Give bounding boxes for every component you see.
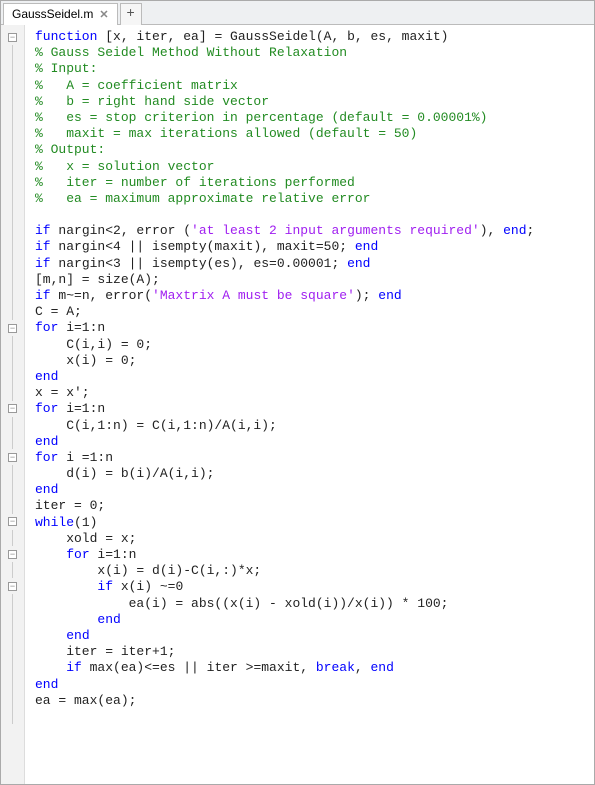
code-line[interactable]: [m,n] = size(A);	[35, 272, 594, 288]
close-icon[interactable]: ✕	[99, 8, 108, 21]
fold-line	[1, 675, 24, 691]
code-line[interactable]: ea = max(ea);	[35, 693, 594, 709]
code-line[interactable]: if nargin<3 || isempty(es), es=0.00001; …	[35, 256, 594, 272]
fold-line	[1, 191, 24, 207]
code-line[interactable]: for i=1:n	[35, 401, 594, 417]
code-area[interactable]: function [x, iter, ea] = GaussSeidel(A, …	[25, 25, 594, 784]
fold-toggle-icon[interactable]: −	[8, 582, 17, 591]
fold-line	[1, 691, 24, 707]
fold-line	[1, 110, 24, 126]
fold-line	[1, 272, 24, 288]
code-line[interactable]: d(i) = b(i)/A(i,i);	[35, 466, 594, 482]
fold-line	[1, 369, 24, 385]
fold-line	[1, 643, 24, 659]
fold-line	[1, 433, 24, 449]
fold-toggle-icon[interactable]: −	[8, 453, 17, 462]
fold-line	[1, 336, 24, 352]
code-line[interactable]: end	[35, 434, 594, 450]
fold-line	[1, 94, 24, 110]
code-line[interactable]: if nargin<4 || isempty(maxit), maxit=50;…	[35, 239, 594, 255]
fold-line	[1, 239, 24, 255]
fold-toggle-icon[interactable]: −	[8, 550, 17, 559]
code-line[interactable]: end	[35, 612, 594, 628]
code-line[interactable]: if m~=n, error('Maxtrix A must be square…	[35, 288, 594, 304]
fold-line	[1, 385, 24, 401]
code-line[interactable]: for i =1:n	[35, 450, 594, 466]
code-line[interactable]: % A = coefficient matrix	[35, 78, 594, 94]
fold-line	[1, 77, 24, 93]
code-line[interactable]: end	[35, 369, 594, 385]
add-tab-button[interactable]: +	[120, 3, 142, 25]
code-line[interactable]: for i=1:n	[35, 547, 594, 563]
fold-line	[1, 304, 24, 320]
fold-line	[1, 498, 24, 514]
fold-line	[1, 659, 24, 675]
fold-toggle-icon[interactable]: −	[8, 324, 17, 333]
code-line[interactable]: % maxit = max iterations allowed (defaul…	[35, 126, 594, 142]
code-line[interactable]: % ea = maximum approximate relative erro…	[35, 191, 594, 207]
code-line[interactable]: % iter = number of iterations performed	[35, 175, 594, 191]
fold-line	[1, 530, 24, 546]
fold-line	[1, 352, 24, 368]
fold-line	[1, 465, 24, 481]
fold-gutter: − − − − − − −	[1, 25, 25, 784]
fold-line	[1, 45, 24, 61]
code-line[interactable]: iter = 0;	[35, 498, 594, 514]
code-line[interactable]: while(1)	[35, 515, 594, 531]
fold-toggle-icon[interactable]: −	[8, 33, 17, 42]
fold-line	[1, 627, 24, 643]
tab-title: GaussSeidel.m	[12, 7, 93, 21]
editor-tab[interactable]: GaussSeidel.m ✕	[3, 3, 118, 25]
fold-line	[1, 708, 24, 724]
code-line[interactable]: if nargin<2, error ('at least 2 input ar…	[35, 223, 594, 239]
fold-line	[1, 158, 24, 174]
fold-line	[1, 175, 24, 191]
code-line[interactable]: C = A;	[35, 304, 594, 320]
fold-line	[1, 417, 24, 433]
fold-line	[1, 255, 24, 271]
code-line[interactable]: end	[35, 677, 594, 693]
code-line[interactable]: % Gauss Seidel Method Without Relaxation	[35, 45, 594, 61]
code-line[interactable]: if max(ea)<=es || iter >=maxit, break, e…	[35, 660, 594, 676]
fold-line	[1, 142, 24, 158]
fold-line	[1, 562, 24, 578]
code-line[interactable]: xold = x;	[35, 531, 594, 547]
code-line[interactable]: for i=1:n	[35, 320, 594, 336]
code-line[interactable]: end	[35, 628, 594, 644]
fold-toggle-icon[interactable]: −	[8, 517, 17, 526]
fold-line	[1, 594, 24, 610]
code-line[interactable]: C(i,1:n) = C(i,1:n)/A(i,i);	[35, 418, 594, 434]
code-line[interactable]	[35, 709, 594, 725]
editor-area: − − − − − − − function [x, iter, ea] = GaussSe…	[1, 25, 594, 784]
fold-line	[1, 223, 24, 239]
code-line[interactable]: iter = iter+1;	[35, 644, 594, 660]
fold-line	[1, 482, 24, 498]
tab-bar: GaussSeidel.m ✕ +	[1, 1, 594, 25]
code-line[interactable]: function [x, iter, ea] = GaussSeidel(A, …	[35, 29, 594, 45]
fold-toggle-icon[interactable]: −	[8, 404, 17, 413]
code-line[interactable]: % es = stop criterion in percentage (def…	[35, 110, 594, 126]
code-line[interactable]: % x = solution vector	[35, 159, 594, 175]
code-line[interactable]	[35, 207, 594, 223]
code-line[interactable]: x(i) = 0;	[35, 353, 594, 369]
code-line[interactable]: % b = right hand side vector	[35, 94, 594, 110]
fold-line	[1, 61, 24, 77]
code-line[interactable]: if x(i) ~=0	[35, 579, 594, 595]
code-line[interactable]: x(i) = d(i)-C(i,:)*x;	[35, 563, 594, 579]
fold-line	[1, 207, 24, 223]
fold-line	[1, 126, 24, 142]
code-line[interactable]: end	[35, 482, 594, 498]
fold-line	[1, 288, 24, 304]
code-line[interactable]: C(i,i) = 0;	[35, 337, 594, 353]
code-line[interactable]: % Output:	[35, 142, 594, 158]
fold-line	[1, 610, 24, 626]
code-line[interactable]: ea(i) = abs((x(i) - xold(i))/x(i)) * 100…	[35, 596, 594, 612]
code-line[interactable]: % Input:	[35, 61, 594, 77]
code-line[interactable]: x = x';	[35, 385, 594, 401]
